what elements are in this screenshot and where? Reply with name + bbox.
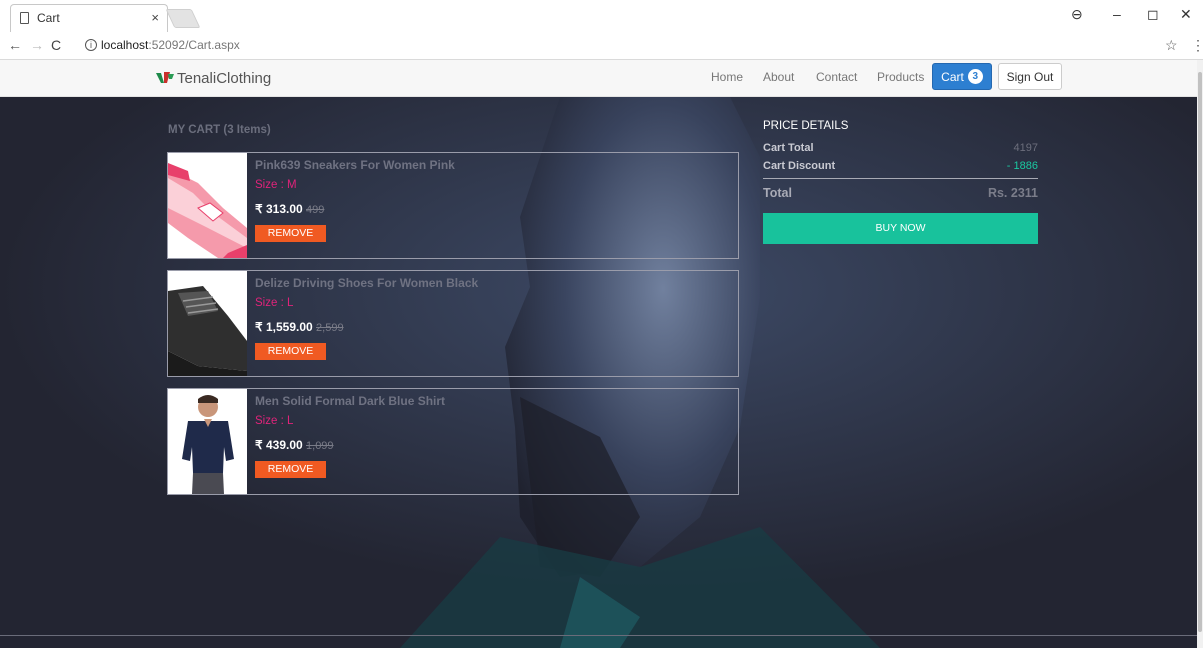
brand-logo-icon (156, 72, 174, 83)
page-viewport: TenaliClothing Home About Contact Produc… (0, 60, 1197, 648)
product-image[interactable] (168, 389, 247, 494)
cart-item: Delize Driving Shoes For Women Black Siz… (167, 270, 739, 377)
blue-shirt-image (168, 389, 247, 494)
buy-now-button[interactable]: BUY NOW (763, 213, 1038, 244)
url-host: localhost (101, 38, 149, 52)
forward-button[interactable]: → (30, 37, 44, 53)
close-window-button[interactable]: ✕ (1180, 6, 1192, 23)
reload-button[interactable]: C (51, 37, 61, 53)
cart-total-label: Cart Total (763, 142, 814, 154)
cart-total-value: 4197 (1013, 142, 1038, 154)
product-image[interactable] (168, 153, 247, 258)
original-price: 2,599 (316, 322, 344, 334)
footer-divider (0, 635, 1197, 636)
url-text: localhost:52092/Cart.aspx (101, 38, 240, 52)
url-path: :52092/Cart.aspx (148, 38, 240, 52)
maximize-button[interactable]: ◻ (1147, 6, 1159, 23)
cart-total-row: Cart Total 4197 (763, 142, 1038, 154)
black-shoe-image (168, 271, 247, 376)
minimize-button[interactable]: – (1113, 6, 1121, 22)
page-scrollbar[interactable] (1197, 60, 1203, 648)
product-image[interactable] (168, 271, 247, 376)
url-input[interactable]: i localhost:52092/Cart.aspx (68, 35, 1178, 56)
pink-sneaker-image (168, 153, 247, 258)
product-name[interactable]: Pink639 Sneakers For Women Pink (255, 158, 455, 172)
scrollbar-thumb[interactable] (1198, 72, 1202, 632)
brand-name: TenaliClothing (177, 69, 272, 87)
address-bar: ← → C i localhost:52092/Cart.aspx ☆ ⋮ (0, 32, 1203, 60)
new-tab-button[interactable] (165, 9, 201, 28)
brand-logo-link[interactable]: TenaliClothing (155, 67, 271, 89)
top-navbar: TenaliClothing Home About Contact Produc… (0, 60, 1197, 97)
browser-titlebar: Cart × ⊖ – ◻ ✕ (0, 0, 1203, 32)
profile-icon[interactable]: ⊖ (1071, 6, 1083, 23)
product-name[interactable]: Men Solid Formal Dark Blue Shirt (255, 394, 445, 408)
nav-about[interactable]: About (763, 70, 794, 84)
back-button[interactable]: ← (8, 37, 22, 53)
cart-count-badge: 3 (967, 69, 983, 84)
total-row: Total Rs. 2311 (763, 186, 1038, 200)
product-size: Size : L (255, 415, 294, 427)
cart-discount-row: Cart Discount - 1886 (763, 160, 1038, 172)
product-size: Size : M (255, 179, 297, 191)
tab-close-button[interactable]: × (151, 10, 159, 25)
nav-contact[interactable]: Contact (816, 70, 857, 84)
browser-tab[interactable]: Cart × (10, 4, 168, 32)
price-divider (763, 178, 1038, 179)
cart-item: Pink639 Sneakers For Women Pink Size : M… (167, 152, 739, 259)
remove-button[interactable]: REMOVE (255, 461, 326, 478)
cart-item: Men Solid Formal Dark Blue Shirt Size : … (167, 388, 739, 495)
product-price: ₹ 439.00 1,099 (255, 438, 334, 452)
bookmark-star-icon[interactable]: ☆ (1165, 37, 1178, 54)
sale-price: ₹ 439.00 (255, 438, 303, 452)
product-price: ₹ 313.00 499 (255, 202, 324, 216)
remove-button[interactable]: REMOVE (255, 343, 326, 360)
product-price: ₹ 1,559.00 2,599 (255, 320, 344, 334)
original-price: 1,099 (306, 440, 334, 452)
total-value: Rs. 2311 (987, 186, 1038, 200)
product-size: Size : L (255, 297, 294, 309)
nav-cart-button[interactable]: Cart 3 (932, 63, 992, 90)
sale-price: ₹ 1,559.00 (255, 320, 313, 334)
document-icon (20, 12, 29, 24)
cart-discount-value: - 1886 (1006, 160, 1038, 172)
cart-heading: MY CART (3 Items) (168, 124, 271, 136)
total-label: Total (763, 186, 792, 200)
cart-label: Cart (941, 69, 964, 84)
original-price: 499 (306, 204, 325, 216)
sale-price: ₹ 313.00 (255, 202, 303, 216)
cart-discount-label: Cart Discount (763, 160, 836, 172)
price-details-title: PRICE DETAILS (763, 120, 849, 132)
remove-button[interactable]: REMOVE (255, 225, 326, 242)
nav-products[interactable]: Products (877, 70, 924, 84)
nav-home[interactable]: Home (711, 70, 743, 84)
product-name[interactable]: Delize Driving Shoes For Women Black (255, 276, 478, 290)
sign-out-button[interactable]: Sign Out (998, 63, 1062, 90)
tab-title: Cart (37, 11, 60, 25)
info-icon[interactable]: i (85, 39, 97, 51)
browser-menu-icon[interactable]: ⋮ (1191, 37, 1203, 54)
